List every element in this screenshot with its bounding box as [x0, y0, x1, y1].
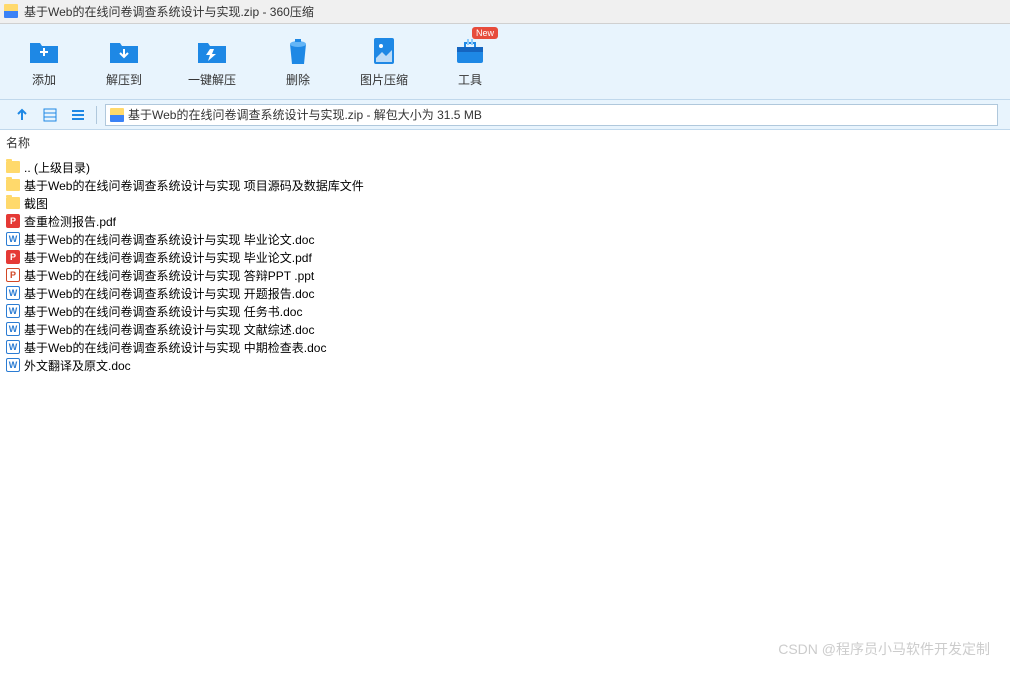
titlebar-text: 基于Web的在线问卷调查系统设计与实现.zip - 360压缩	[24, 3, 314, 20]
file-name: 基于Web的在线问卷调查系统设计与实现 中期检查表.doc	[24, 339, 326, 356]
word-icon: W	[6, 286, 20, 300]
view-details-button[interactable]	[40, 105, 60, 125]
file-row[interactable]: W 基于Web的在线问卷调查系统设计与实现 文献综述.doc	[0, 320, 1010, 338]
file-list: .. (上级目录)基于Web的在线问卷调查系统设计与实现 项目源码及数据库文件截…	[0, 156, 1010, 376]
word-icon: W	[6, 322, 20, 336]
toolbox-icon	[454, 35, 486, 67]
word-icon: W	[6, 304, 20, 318]
file-name: 查重检测报告.pdf	[24, 213, 116, 230]
view-list-button[interactable]	[68, 105, 88, 125]
oneclick-button[interactable]: 一键解压	[180, 31, 244, 92]
file-row[interactable]: P 查重检测报告.pdf	[0, 212, 1010, 230]
file-name: 基于Web的在线问卷调查系统设计与实现 任务书.doc	[24, 303, 302, 320]
file-name: 外文翻译及原文.doc	[24, 357, 131, 374]
file-name: 截图	[24, 195, 48, 212]
add-button[interactable]: 添加	[20, 31, 68, 92]
pdf-icon: P	[6, 250, 20, 264]
add-label: 添加	[32, 71, 56, 88]
titlebar: 基于Web的在线问卷调查系统设计与实现.zip - 360压缩	[0, 0, 1010, 24]
delete-label: 删除	[286, 71, 310, 88]
extract-label: 解压到	[106, 71, 142, 88]
zip-icon	[110, 108, 124, 122]
column-header-name[interactable]: 名称	[0, 130, 1010, 156]
file-row[interactable]: W 基于Web的在线问卷调查系统设计与实现 开题报告.doc	[0, 284, 1010, 302]
app-icon	[4, 4, 20, 20]
file-name: 基于Web的在线问卷调查系统设计与实现 文献综述.doc	[24, 321, 314, 338]
oneclick-icon	[196, 35, 228, 67]
file-row[interactable]: W 基于Web的在线问卷调查系统设计与实现 毕业论文.doc	[0, 230, 1010, 248]
new-badge: New	[472, 27, 498, 39]
file-row[interactable]: W 基于Web的在线问卷调查系统设计与实现 中期检查表.doc	[0, 338, 1010, 356]
add-folder-icon	[28, 35, 60, 67]
folder-icon	[6, 160, 20, 174]
navbar: 基于Web的在线问卷调查系统设计与实现.zip - 解包大小为 31.5 MB	[0, 100, 1010, 130]
image-icon	[368, 35, 400, 67]
file-name: .. (上级目录)	[24, 159, 90, 176]
file-row[interactable]: 截图	[0, 194, 1010, 212]
delete-button[interactable]: 删除	[274, 31, 322, 92]
trash-icon	[282, 35, 314, 67]
main-toolbar: 添加 解压到 一键解压 删除 图片压缩 New 工具	[0, 24, 1010, 100]
up-button[interactable]	[12, 105, 32, 125]
file-row[interactable]: 基于Web的在线问卷调查系统设计与实现 项目源码及数据库文件	[0, 176, 1010, 194]
file-row[interactable]: .. (上级目录)	[0, 158, 1010, 176]
tools-button[interactable]: New 工具	[446, 31, 494, 92]
folder-icon	[6, 196, 20, 210]
content-area: 名称 .. (上级目录)基于Web的在线问卷调查系统设计与实现 项目源码及数据库…	[0, 130, 1010, 679]
word-icon: W	[6, 232, 20, 246]
extract-folder-icon	[108, 35, 140, 67]
file-name: 基于Web的在线问卷调查系统设计与实现 项目源码及数据库文件	[24, 177, 364, 194]
extract-button[interactable]: 解压到	[98, 31, 150, 92]
file-row[interactable]: W 外文翻译及原文.doc	[0, 356, 1010, 374]
path-text: 基于Web的在线问卷调查系统设计与实现.zip - 解包大小为 31.5 MB	[128, 106, 482, 123]
nav-separator	[96, 106, 97, 124]
file-name: 基于Web的在线问卷调查系统设计与实现 开题报告.doc	[24, 285, 314, 302]
word-icon: W	[6, 358, 20, 372]
file-name: 基于Web的在线问卷调查系统设计与实现 毕业论文.pdf	[24, 249, 312, 266]
ppt-icon: P	[6, 268, 20, 282]
imagecompress-button[interactable]: 图片压缩	[352, 31, 416, 92]
word-icon: W	[6, 340, 20, 354]
file-name: 基于Web的在线问卷调查系统设计与实现 答辩PPT .ppt	[24, 267, 314, 284]
folder-icon	[6, 178, 20, 192]
imagecompress-label: 图片压缩	[360, 71, 408, 88]
file-name: 基于Web的在线问卷调查系统设计与实现 毕业论文.doc	[24, 231, 314, 248]
file-row[interactable]: W 基于Web的在线问卷调查系统设计与实现 任务书.doc	[0, 302, 1010, 320]
file-row[interactable]: P 基于Web的在线问卷调查系统设计与实现 毕业论文.pdf	[0, 248, 1010, 266]
oneclick-label: 一键解压	[188, 71, 236, 88]
tools-label: 工具	[458, 71, 482, 88]
pdf-icon: P	[6, 214, 20, 228]
path-bar[interactable]: 基于Web的在线问卷调查系统设计与实现.zip - 解包大小为 31.5 MB	[105, 104, 998, 126]
file-row[interactable]: P 基于Web的在线问卷调查系统设计与实现 答辩PPT .ppt	[0, 266, 1010, 284]
